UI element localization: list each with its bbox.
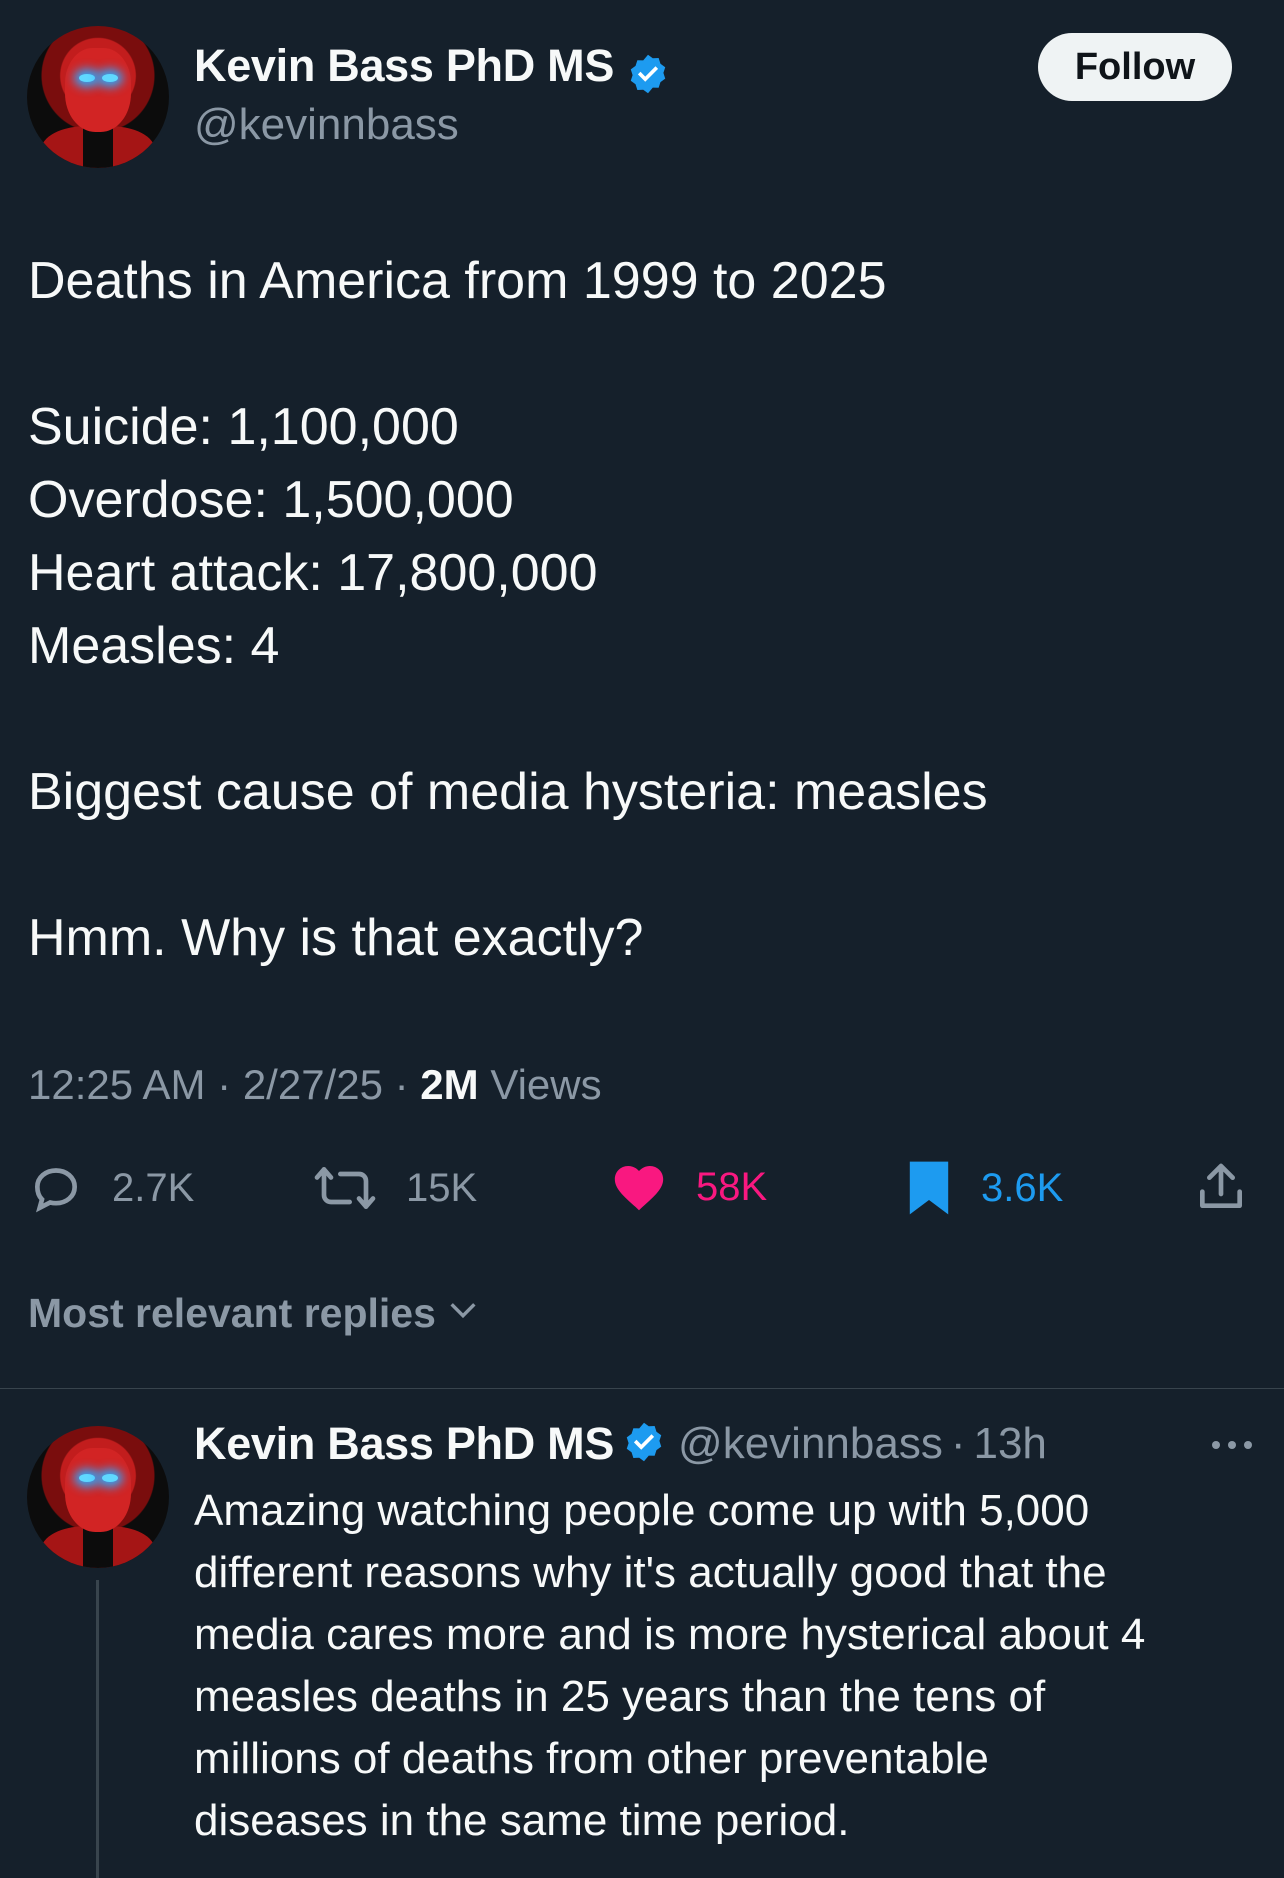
like-action[interactable]: 58K — [610, 1158, 767, 1216]
bookmark-count: 3.6K — [981, 1165, 1064, 1210]
reply-body: Amazing watching people come up with 5,0… — [194, 1480, 1274, 1852]
tweet-line: Heart attack: 17,800,000 — [28, 544, 598, 602]
repost-icon — [314, 1167, 376, 1209]
verified-badge-icon — [626, 52, 670, 101]
reply-line: diseases in the same time period. — [194, 1796, 850, 1845]
meta-separator: · — [950, 1419, 966, 1468]
author-handle[interactable]: @kevinnbass — [194, 100, 459, 150]
replies-filter-label: Most relevant replies — [28, 1290, 436, 1336]
avatar-face — [65, 1448, 131, 1532]
section-divider — [0, 1388, 1284, 1389]
bookmark-icon — [909, 1161, 949, 1215]
heart-icon — [614, 1165, 664, 1211]
tweet-meta: 12:25 AM · 2/27/25 · 2M Views — [28, 1061, 602, 1109]
reply-author-handle[interactable]: @kevinnbass — [678, 1419, 943, 1469]
avatar-shirt — [83, 126, 113, 168]
replies-filter[interactable]: Most relevant replies — [28, 1290, 480, 1337]
reply-icon — [34, 1168, 78, 1213]
reply-line: millions of deaths from other preventabl… — [194, 1734, 989, 1783]
tweet-date[interactable]: 2/27/25 — [243, 1061, 383, 1108]
verified-badge-icon — [622, 1420, 666, 1469]
bookmark-action[interactable]: 3.6K — [905, 1158, 1063, 1218]
avatar-right-eye — [102, 1474, 118, 1482]
author-name[interactable]: Kevin Bass PhD MS — [194, 40, 614, 91]
author-avatar[interactable] — [27, 26, 169, 168]
tweet-line: Deaths in America from 1999 to 2025 — [28, 252, 887, 310]
tweet-line: Suicide: 1,100,000 — [28, 398, 459, 456]
reply-author-avatar[interactable] — [27, 1426, 169, 1568]
more-options-icon[interactable] — [1208, 1430, 1256, 1465]
reply-line: different reasons why it's actually good… — [194, 1548, 1107, 1597]
tweet-line: Biggest cause of media hysteria: measles — [28, 763, 988, 821]
views-count: 2M — [420, 1061, 479, 1108]
chevron-down-icon — [446, 1290, 480, 1337]
repost-count: 15K — [406, 1165, 478, 1210]
reply-author-name[interactable]: Kevin Bass PhD MS — [194, 1418, 614, 1470]
reply-line: media cares more and is more hysterical … — [194, 1610, 1146, 1659]
follow-button[interactable]: Follow — [1038, 33, 1232, 101]
reply-line: measles deaths in 25 years than the tens… — [194, 1672, 1046, 1721]
avatar-left-eye — [79, 1474, 95, 1482]
tweet-line: Overdose: 1,500,000 — [28, 471, 514, 529]
avatar-left-eye — [79, 74, 95, 82]
tweet-line: Hmm. Why is that exactly? — [28, 909, 644, 967]
avatar-face — [65, 48, 131, 132]
tweet-line: Measles: 4 — [28, 617, 280, 675]
reply-time[interactable]: 13h — [973, 1419, 1046, 1469]
meta-separator: · — [394, 1061, 409, 1108]
reply-header: Kevin Bass PhD MS @kevinnbass · 13h — [194, 1418, 1047, 1470]
reply-line: Amazing watching people come up with 5,0… — [194, 1486, 1090, 1535]
author-name-row: Kevin Bass PhD MS — [194, 40, 670, 101]
reply-action[interactable]: 2.7K — [28, 1160, 194, 1216]
tweet-time[interactable]: 12:25 AM — [28, 1061, 205, 1108]
tweet-body: Deaths in America from 1999 to 2025 Suic… — [28, 245, 1248, 975]
share-icon[interactable] — [1193, 1158, 1249, 1221]
like-count: 58K — [696, 1164, 768, 1209]
repost-action[interactable]: 15K — [312, 1160, 477, 1216]
meta-separator: · — [217, 1061, 232, 1108]
thread-line — [96, 1580, 99, 1878]
reply-count: 2.7K — [112, 1165, 195, 1210]
views-label: Views — [490, 1061, 602, 1108]
avatar-right-eye — [102, 74, 118, 82]
avatar-shirt — [83, 1526, 113, 1568]
